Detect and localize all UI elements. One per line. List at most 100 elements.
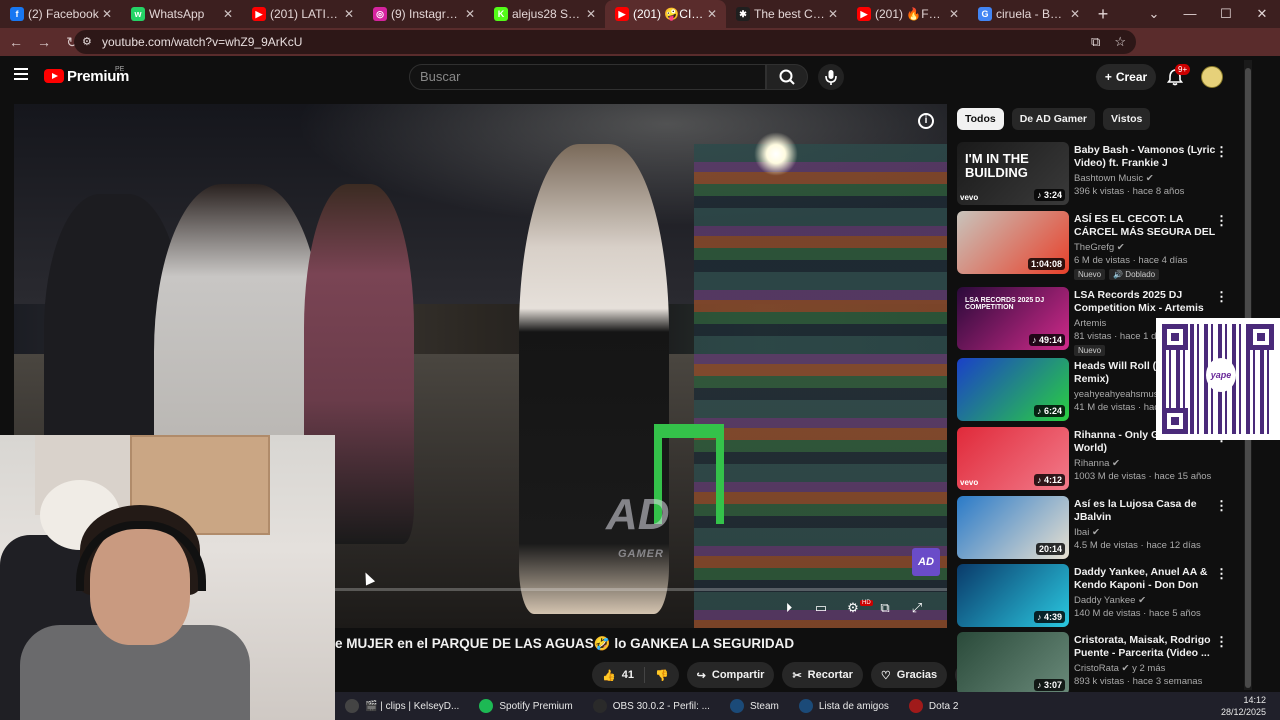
subtitles-icon[interactable]: ▭ [812,600,830,616]
video-thumbnail[interactable]: 20:14 [957,496,1069,559]
install-app-icon[interactable]: ⧉ [1091,34,1100,50]
video-thumbnail[interactable]: LSA RECORDS 2025 DJ COMPETITION ♪ 49:14 [957,287,1069,350]
browser-tab[interactable]: ▶ (201) LATIN HOUSE✕ [242,0,363,28]
video-options-icon[interactable]: ⋮ [1215,289,1228,305]
tab-close-icon[interactable]: ✕ [704,7,720,21]
browser-tab[interactable]: w WhatsApp ✕ [121,0,242,28]
miniplayer-icon[interactable]: ⧉ [876,600,894,616]
taskbar-app-label: Lista de amigos [818,700,889,712]
channel-name[interactable]: Artemis [1074,318,1106,329]
taskbar-app[interactable]: Dota 2 [899,692,968,720]
channel-name[interactable]: TheGrefg ✔ [1074,242,1125,253]
recommended-video[interactable]: ♪ 3:07 Cristorata, Maisak, Rodrigo Puente… [957,632,1242,696]
filter-chip[interactable]: De AD Gamer [1011,108,1096,130]
forward-icon[interactable]: → [32,34,56,50]
tab-close-icon[interactable]: ✕ [825,7,841,21]
taskbar-app[interactable]: 🎬 | clips | KelseyD... [335,692,469,720]
channel-name[interactable]: Ibai ✔ [1074,527,1100,538]
taskbar-app[interactable]: OBS 30.0.2 - Perfil: ... [583,692,720,720]
video-frame-lamp [754,132,798,176]
video-thumbnail[interactable]: ♪ 3:07 [957,632,1069,695]
like-button[interactable]: 👍 41 [592,662,644,688]
maximize-icon[interactable]: ☐ [1208,0,1244,28]
back-icon[interactable]: ← [4,34,28,50]
search-input[interactable]: Buscar [409,64,766,90]
recommended-video[interactable]: I'M IN THE BUILDING vevo ♪ 3:24 Baby Bash -… [957,142,1242,206]
browser-tab[interactable]: ▶ (201) 🤪CIRILO✕ [605,0,726,28]
tab-close-icon[interactable]: ✕ [946,7,962,21]
thanks-button[interactable]: ♡ Gracias [870,662,948,688]
tab-close-icon[interactable]: ✕ [99,7,115,21]
filter-chip[interactable]: Vistos [1103,108,1151,130]
taskbar-app[interactable]: Steam [720,692,789,720]
video-thumbnail[interactable]: ♪ 4:39 [957,564,1069,627]
qr-finder [1162,408,1188,434]
close-window-icon[interactable]: ✕ [1244,0,1280,28]
site-info-icon[interactable]: ⚙ [82,35,92,48]
qr-finder [1248,324,1274,350]
tab-close-icon[interactable]: ✕ [341,7,357,21]
video-options-icon[interactable]: ⋮ [1215,144,1228,160]
tab-close-icon[interactable]: ✕ [462,7,478,21]
tab-close-icon[interactable]: ✕ [220,7,236,21]
taskbar-app-label: OBS 30.0.2 - Perfil: ... [612,700,710,712]
voice-search-button[interactable] [818,64,844,90]
yape-qr-code: yape [1156,318,1280,440]
bookmark-star-icon[interactable]: ☆ [1114,34,1126,50]
dislike-button[interactable]: 👎 [645,662,679,688]
video-thumbnail[interactable]: ♪ 6:24 [957,358,1069,421]
video-title-link[interactable]: LSA Records 2025 DJ Competition Mix - Ar… [1074,289,1216,315]
video-options-icon[interactable]: ⋮ [1215,213,1228,229]
tab-close-icon[interactable]: ✕ [583,7,599,21]
notification-badge: 9+ [1175,64,1191,75]
tab-title: (201) LATIN HOUSE [270,7,341,21]
share-button[interactable]: ↪ Compartir [686,662,775,688]
browser-tab[interactable]: Gciruela - Buscar con✕ [968,0,1089,28]
recommended-video[interactable]: 20:14 Así es la Lujosa Casa de JBalvin Iba… [957,496,1242,560]
taskbar-app[interactable]: Spotify Premium [469,692,582,720]
channel-name[interactable]: Rihanna ✔ [1074,458,1120,469]
video-title-link[interactable]: Daddy Yankee, Anuel AA & Kendo Kaponi - … [1074,566,1216,592]
system-clock[interactable]: 14:12 28/12/2025 [1221,694,1266,718]
taskbar-app[interactable]: Lista de amigos [789,692,899,720]
video-title-link[interactable]: ASÍ ES EL CECOT: LA CÁRCEL MÁS SEGURA DE… [1074,213,1216,239]
video-thumbnail[interactable]: 1:04:08 [957,211,1069,274]
new-tab-icon[interactable]: + [1089,4,1117,25]
thumbs-down-icon: 👎 [654,669,669,682]
browser-tab[interactable]: Kalejus28 Stream - W✕ [484,0,605,28]
video-title-link[interactable]: Baby Bash - Vamonos (Lyric Video) ft. Fr… [1074,144,1216,170]
tab-close-icon[interactable]: ✕ [1067,7,1083,21]
channel-name[interactable]: CristoRata ✔ y 2 más [1074,663,1165,674]
video-info-icon[interactable]: i [918,113,934,129]
video-thumbnail[interactable]: I'M IN THE BUILDING vevo ♪ 3:24 [957,142,1069,205]
recommended-video[interactable]: 1:04:08 ASÍ ES EL CECOT: LA CÁRCEL MÁS SE… [957,211,1242,280]
minimize-icon[interactable]: — [1172,0,1208,28]
recommended-video[interactable]: ♪ 4:39 Daddy Yankee, Anuel AA & Kendo Kap… [957,564,1242,628]
browser-tab[interactable]: ✱ The best ChatBot an✕ [726,0,847,28]
video-title-link[interactable]: Cristorata, Maisak, Rodrigo Puente - Par… [1074,634,1216,660]
filter-chip[interactable]: Todos [957,108,1004,130]
video-title-link[interactable]: Así es la Lujosa Casa de JBalvin [1074,498,1216,524]
video-options-icon[interactable]: ⋮ [1215,634,1228,650]
clip-button[interactable]: ✂ Recortar [782,662,863,688]
browser-tab[interactable]: ◎ (9) Instagram ✕ [363,0,484,28]
menu-icon[interactable] [14,68,28,80]
fullscreen-icon[interactable]: ⤢ [908,600,926,616]
tab-title: (201) 🤪CIRILO [633,7,704,21]
youtube-logo-icon[interactable] [44,69,64,83]
video-thumbnail[interactable]: vevo ♪ 4:12 [957,427,1069,490]
browser-tab[interactable]: f (2) Facebook ✕ [0,0,121,28]
search-button[interactable] [766,64,808,90]
channel-name[interactable]: Daddy Yankee ✔ [1074,595,1146,606]
create-button[interactable]: + Crear [1096,64,1156,90]
address-bar[interactable]: ⚙ youtube.com/watch?v=whZ9_9ArKcU ⧉ ☆ [74,30,1136,54]
tab-search-icon[interactable]: ⌄ [1136,0,1172,28]
channel-name[interactable]: Bashtown Music ✔ [1074,173,1154,184]
plus-icon: + [1104,70,1112,84]
autoplay-toggle-icon[interactable]: ⏵ [780,600,798,616]
browser-tab[interactable]: ▶ (201) 🔥Feka CAS✕ [847,0,968,28]
channel-watermark-button[interactable]: AD [912,548,940,576]
video-options-icon[interactable]: ⋮ [1215,566,1228,582]
account-avatar[interactable] [1201,66,1223,88]
video-options-icon[interactable]: ⋮ [1215,498,1228,514]
